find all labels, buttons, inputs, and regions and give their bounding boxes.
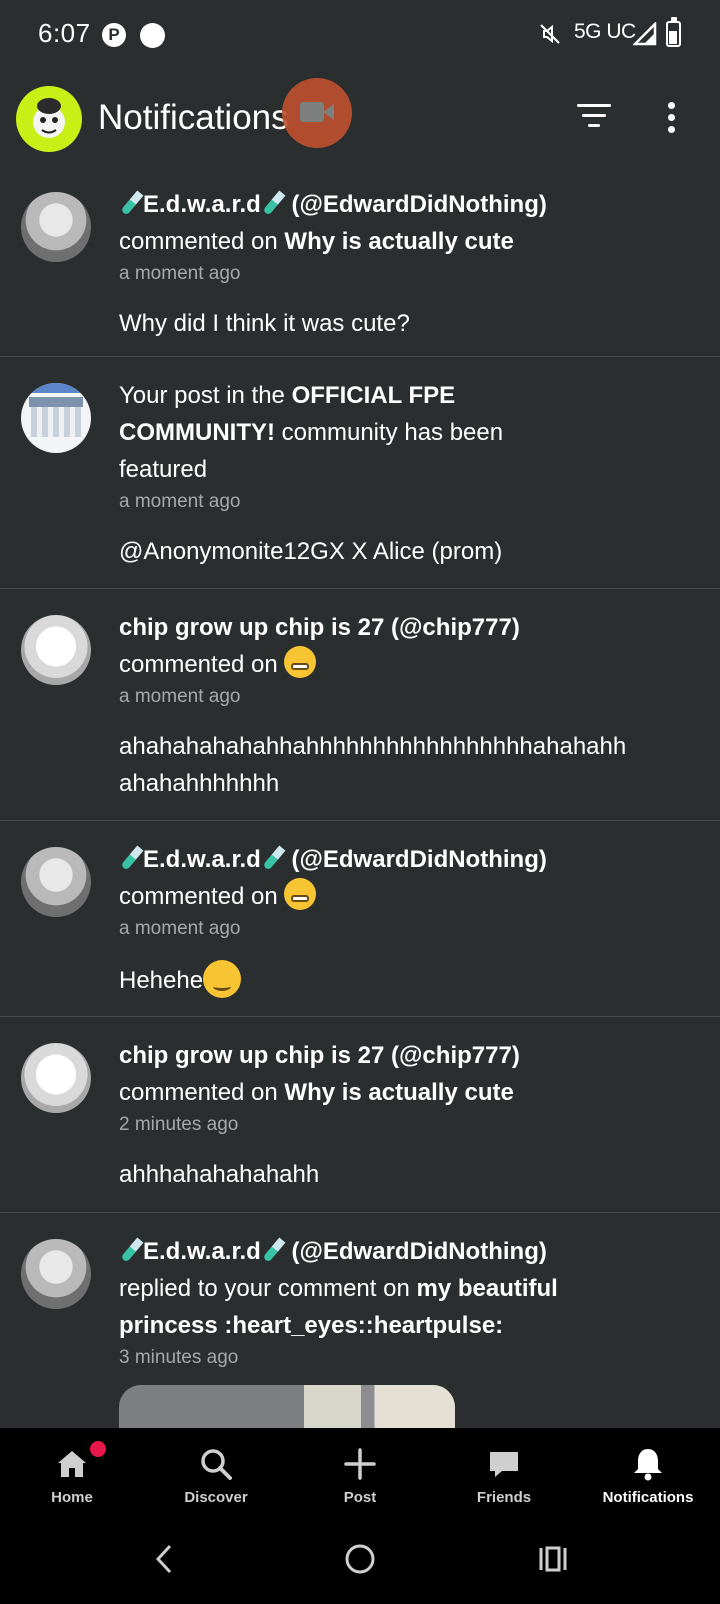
notification-time: 2 minutes ago xyxy=(119,1114,239,1135)
test-tube-emoji xyxy=(119,1237,143,1263)
bell-icon xyxy=(634,1449,662,1481)
avatar[interactable] xyxy=(21,1043,91,1113)
notification-item[interactable]: E.d.w.a.r.d (@EdwardDidNothing) commente… xyxy=(0,176,720,357)
notification-badge xyxy=(90,1441,106,1457)
status-bar: 6:07 P 5G UC xyxy=(0,0,720,70)
nav-friends[interactable]: Friends xyxy=(432,1428,576,1526)
avatar[interactable] xyxy=(21,615,91,685)
signal-icon xyxy=(633,22,657,46)
notification-action: commented on xyxy=(119,878,709,915)
bottom-navigation: Home Discover Post Friends Notifications xyxy=(0,1428,720,1526)
home-icon xyxy=(58,1451,86,1477)
filter-icon[interactable] xyxy=(576,104,612,134)
avatar[interactable] xyxy=(21,1239,91,1309)
notification-action: replied to your comment on my beautiful xyxy=(119,1275,558,1302)
nav-post[interactable]: Post xyxy=(288,1428,432,1526)
vibrate-mute-icon xyxy=(540,24,560,44)
page-title: Notifications xyxy=(98,98,289,137)
comment-preview: Why did I think it was cute? xyxy=(119,310,410,337)
notification-time: a moment ago xyxy=(119,491,241,512)
search-icon xyxy=(201,1449,232,1480)
plus-icon xyxy=(344,1448,376,1480)
system-navigation-bar xyxy=(0,1526,720,1604)
notification-item[interactable]: E.d.w.a.r.d (@EdwardDidNothing) commente… xyxy=(0,821,720,1017)
notification-list[interactable]: E.d.w.a.r.d (@EdwardDidNothing) commente… xyxy=(0,176,720,1428)
post-link[interactable]: my beautiful xyxy=(416,1275,557,1302)
notification-time: a moment ago xyxy=(119,918,241,939)
notification-time: a moment ago xyxy=(119,686,241,707)
test-tube-emoji xyxy=(119,845,143,871)
nav-home[interactable]: Home xyxy=(0,1428,144,1526)
notification-actor: chip grow up chip is 27 (@chip777) xyxy=(119,1042,520,1069)
notification-actor: E.d.w.a.r.d (@EdwardDidNothing) xyxy=(119,186,709,223)
smirking-emoji xyxy=(203,960,242,998)
notification-time: 3 minutes ago xyxy=(119,1347,239,1368)
notification-item[interactable]: Your post in the OFFICIAL FPE COMMUNITY!… xyxy=(0,357,720,589)
avatar[interactable] xyxy=(21,383,91,453)
comment-preview: ahhhahahahahahh xyxy=(119,1161,320,1188)
avatar[interactable] xyxy=(21,192,91,262)
notification-actor: chip grow up chip is 27 (@chip777) xyxy=(119,614,520,641)
app-logo[interactable] xyxy=(16,86,82,152)
grimacing-emoji[interactable] xyxy=(284,878,317,910)
grimacing-emoji[interactable] xyxy=(284,646,317,678)
notification-time: a moment ago xyxy=(119,263,241,284)
notification-actor: E.d.w.a.r.d (@EdwardDidNothing) xyxy=(119,1233,709,1270)
network-label: 5G UC xyxy=(574,20,636,43)
recents-icon[interactable] xyxy=(536,1542,570,1576)
test-tube-emoji xyxy=(261,845,285,871)
community-link[interactable]: OFFICIAL FPE xyxy=(292,382,456,409)
avatar[interactable] xyxy=(21,847,91,917)
battery-icon xyxy=(666,17,681,47)
post-preview: @Anonymonite12GX X Alice (prom) xyxy=(119,538,503,565)
pinterest-icon: P xyxy=(102,23,126,47)
status-time: 6:07 xyxy=(38,18,91,48)
chat-bubble-icon xyxy=(490,1452,518,1477)
post-link[interactable]: Why is actually cute xyxy=(284,1079,513,1106)
notification-action: commented on Why is actually cute xyxy=(119,1079,514,1106)
notification-item[interactable]: E.d.w.a.r.d (@EdwardDidNothing) replied … xyxy=(0,1213,720,1428)
comment-preview: Hehehe xyxy=(119,960,709,999)
post-link[interactable]: Why is actually cute xyxy=(284,228,513,255)
notification-text: Your post in the OFFICIAL FPE xyxy=(119,382,456,409)
notification-action: commented on Why is actually cute xyxy=(119,228,514,255)
back-icon[interactable] xyxy=(150,1542,180,1576)
notification-actor: E.d.w.a.r.d (@EdwardDidNothing) xyxy=(119,841,709,878)
notification-action: commented on xyxy=(119,646,709,683)
notification-item[interactable]: chip grow up chip is 27 (@chip777) comme… xyxy=(0,1017,720,1213)
comment-preview: ahahahahahahhahhhhhhhhhhhhhhhhhahahahh a… xyxy=(119,733,627,797)
nav-notifications[interactable]: Notifications xyxy=(576,1428,720,1526)
more-options-icon[interactable] xyxy=(666,102,676,136)
video-camera-icon[interactable] xyxy=(282,78,352,148)
notification-item[interactable]: chip grow up chip is 27 (@chip777) comme… xyxy=(0,589,720,821)
app-bar: Notifications xyxy=(0,76,720,164)
post-thumbnail[interactable] xyxy=(119,1385,455,1428)
test-tube-emoji xyxy=(119,190,143,216)
test-tube-emoji xyxy=(261,1237,285,1263)
notification-dot-icon xyxy=(140,23,165,48)
nav-discover[interactable]: Discover xyxy=(144,1428,288,1526)
home-circle-icon[interactable] xyxy=(343,1542,377,1576)
test-tube-emoji xyxy=(261,190,285,216)
